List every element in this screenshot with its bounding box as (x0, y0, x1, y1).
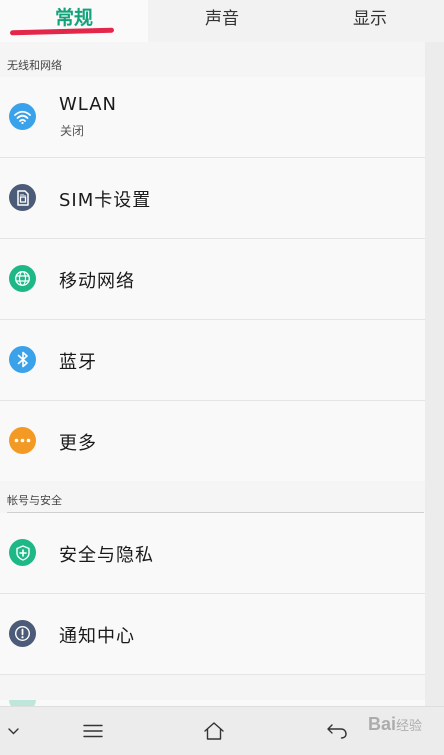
watermark-suffix: 经验 (395, 718, 422, 733)
bluetooth-icon (9, 346, 36, 373)
back-icon[interactable] (324, 719, 350, 743)
menu-icon[interactable] (80, 719, 106, 743)
top-tabs: 常规 声音 显示 (0, 0, 444, 42)
shield-icon (9, 539, 36, 566)
wlan-status: 关闭 (60, 124, 85, 138)
wlan-label: WLAN (59, 94, 118, 115)
settings-item-bluetooth[interactable]: 蓝牙 (0, 320, 425, 401)
sim-card-icon (9, 184, 36, 211)
exclamation-icon (9, 620, 36, 647)
watermark-brand: Bai (367, 714, 396, 734)
security-privacy-label: 安全与隐私 (59, 545, 154, 566)
scroll-edge (425, 42, 444, 707)
collapse-chevron-icon[interactable] (3, 719, 23, 743)
wifi-icon (9, 103, 36, 130)
tab-general[interactable]: 常规 (0, 0, 148, 42)
settings-item-mobile-network[interactable]: 移动网络 (0, 239, 425, 320)
sim-label: SIM卡设置 (59, 190, 152, 211)
settings-item-wlan[interactable]: WLAN 关闭 (0, 77, 425, 158)
tab-display-label: 显示 (353, 8, 387, 29)
watermark: Bai经验 (368, 714, 422, 735)
settings-screen: 常规 声音 显示 无线和网络 WLAN 关闭 SIM卡设置 移动网络 蓝牙 更多… (0, 0, 444, 755)
settings-item-sim[interactable]: SIM卡设置 (0, 158, 425, 239)
section-header-wireless: 无线和网络 (7, 57, 424, 78)
globe-icon (9, 265, 36, 292)
mobile-network-label: 移动网络 (59, 271, 135, 292)
bluetooth-label: 蓝牙 (59, 352, 97, 373)
system-nav-bar: Bai经验 (0, 706, 444, 755)
section-header-account-security: 帐号与安全 (7, 492, 424, 513)
more-label: 更多 (59, 433, 97, 454)
more-icon (9, 427, 36, 454)
tab-display[interactable]: 显示 (296, 0, 444, 42)
settings-item-more[interactable]: 更多 (0, 401, 425, 481)
tab-sound-label: 声音 (205, 8, 239, 29)
settings-item-security-privacy[interactable]: 安全与隐私 (0, 513, 425, 594)
settings-item-notification-center[interactable]: 通知中心 (0, 594, 425, 675)
notification-center-label: 通知中心 (59, 626, 135, 647)
tab-active-underline (9, 27, 115, 36)
tab-general-label: 常规 (54, 6, 93, 29)
home-icon[interactable] (201, 719, 227, 743)
tab-sound[interactable]: 声音 (148, 0, 296, 42)
